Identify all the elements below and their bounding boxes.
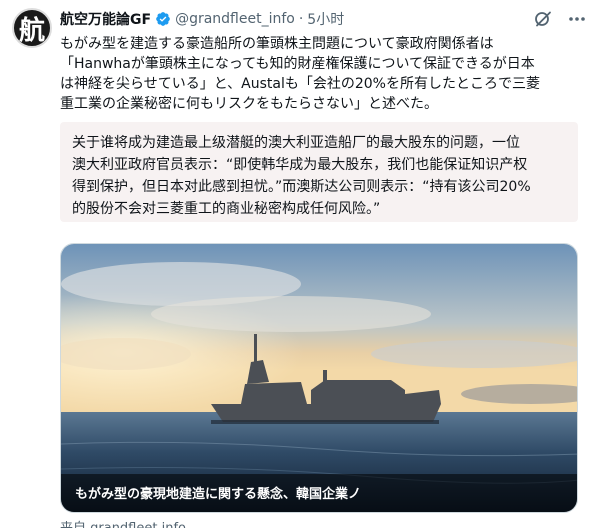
translation-line: 的股份不会对三菱重工的商业秘密构成任何风险。” bbox=[72, 201, 381, 217]
author-name[interactable]: 航空万能論GF bbox=[60, 9, 151, 29]
link-source[interactable]: 来自 grandfleet.info bbox=[60, 517, 186, 528]
author-handle[interactable]: @grandfleet_info bbox=[175, 11, 295, 27]
warship-photo bbox=[61, 244, 577, 512]
link-card-image[interactable]: もがみ型の豪現地建造に関する懸念、韓国企業ノ bbox=[60, 243, 578, 513]
separator-dot: · bbox=[298, 11, 304, 27]
verified-badge-icon bbox=[155, 11, 171, 27]
tweet-line: 「Hanwhaが筆頭株主になっても知的財産権保護について保証できるが日本 bbox=[60, 56, 535, 72]
grok-icon[interactable] bbox=[533, 9, 553, 29]
link-card-title[interactable]: もがみ型の豪現地建造に関する懸念、韓国企業ノ bbox=[75, 483, 361, 502]
tweet-header: 航空万能論GF @grandfleet_info · 5小时 bbox=[60, 9, 344, 29]
translation-line: 关于谁将成为建造最上级潜艇的澳大利亚造船厂的最大股东的问题，一位 bbox=[72, 135, 520, 151]
tweet-line: は神経を尖らせている」と、Austalも「会社の20%を所有したところで三菱 bbox=[60, 76, 540, 92]
translation-line: 得到保护，但日本对此感到担忧。”而澳斯达公司则表示：“持有该公司20% bbox=[72, 179, 531, 195]
tweet-line: もがみ型を建造する豪造船所の筆頭株主問題について豪政府関係者は bbox=[60, 36, 494, 52]
translation-box: 关于谁将成为建造最上级潜艇的澳大利亚造船厂的最大股东的问题，一位 澳大利亚政府官… bbox=[60, 122, 578, 222]
tweet-line: 重工業の企業秘密に何もリスクをもたらさない」と述べた。 bbox=[60, 96, 438, 112]
timestamp[interactable]: 5小时 bbox=[307, 9, 344, 29]
more-icon[interactable] bbox=[566, 9, 588, 29]
translation-line: 澳大利亚政府官员表示：“即使韩华成为最大股东，我们也能保证知识产权 bbox=[72, 157, 528, 173]
tweet-text: もがみ型を建造する豪造船所の筆頭株主問題について豪政府関係者は 「Hanwhaが… bbox=[60, 34, 588, 114]
avatar[interactable]: 航 bbox=[12, 8, 52, 48]
